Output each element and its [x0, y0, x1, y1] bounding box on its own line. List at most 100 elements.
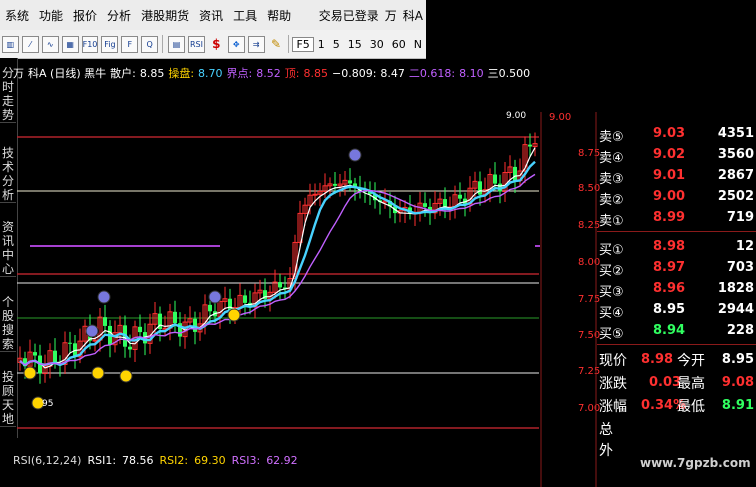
candle-body	[333, 183, 337, 186]
ask-bid-divider	[597, 231, 756, 232]
bid-label: 买①	[599, 243, 624, 258]
low-value: 8.91	[721, 398, 754, 413]
candle-body	[103, 317, 107, 326]
price-tick-label: 9.00	[549, 112, 571, 123]
ask-row[interactable]: 卖⑤ 9.03 4351	[597, 124, 756, 145]
ask-label: 卖②	[599, 193, 624, 208]
ask-row[interactable]: 卖③ 9.01 2867	[597, 166, 756, 187]
candle-body	[312, 193, 318, 196]
rsi-strip: RSI(6,12,24) RSI1: 78.56 RSI2: 69.30 RSI…	[13, 454, 298, 472]
bid-price: 8.94	[653, 323, 686, 338]
candle-body	[528, 144, 532, 147]
candle-body	[53, 350, 57, 363]
bid-volume: 2944	[717, 302, 754, 317]
ask-volume: 2502	[717, 189, 754, 204]
bid-label: 买④	[599, 306, 624, 321]
low-price-label: 95	[42, 399, 53, 409]
candle-body	[173, 311, 177, 324]
ask-price: 8.99	[653, 210, 686, 225]
bid-volume: 12	[735, 239, 754, 254]
watermark: www.7gpzb.com	[640, 456, 751, 470]
bid-volume: 1828	[717, 281, 754, 296]
ask-label: 卖④	[599, 151, 624, 166]
ask-row[interactable]: 卖② 9.00 2502	[597, 187, 756, 208]
bid-volume: 228	[726, 323, 754, 338]
bid-label: 买②	[599, 264, 624, 279]
frown-icon	[348, 148, 362, 162]
ask-label: 卖③	[599, 172, 624, 187]
low-label: 最低	[677, 399, 705, 415]
ask-price: 9.03	[653, 126, 686, 141]
bid-row[interactable]: 买② 8.97 703	[597, 258, 756, 279]
ask-volume: 3560	[717, 147, 754, 162]
bid-label: 买③	[599, 285, 624, 300]
rsi3-value: 62.92	[266, 454, 298, 467]
bid-row[interactable]: 买⑤ 8.94 228	[597, 321, 756, 342]
current-price-value: 8.98	[641, 352, 674, 367]
total-label: 总	[599, 422, 613, 438]
candle-body	[458, 194, 462, 199]
quote-panel: 卖⑤ 9.03 4351 卖④ 9.02 3560 卖③ 9.01 2867 卖…	[597, 124, 756, 487]
high-label: 最高	[677, 376, 705, 392]
candle-body	[278, 282, 282, 288]
candles-group	[17, 132, 538, 384]
ask-label: 卖①	[599, 214, 624, 229]
rsi2-value: 69.30	[194, 454, 226, 467]
open-value: 8.95	[721, 352, 754, 367]
candle-body	[493, 174, 497, 184]
candle-body	[423, 203, 427, 207]
bid-row[interactable]: 买④ 8.95 2944	[597, 300, 756, 321]
frown-icon	[85, 324, 99, 338]
candle-body	[128, 346, 132, 350]
candle-body	[208, 304, 212, 312]
candle-body	[193, 318, 197, 332]
rsi1-value: 78.56	[122, 454, 154, 467]
open-label: 今开	[677, 353, 705, 369]
candle-body	[348, 180, 352, 184]
ma-lines-group	[19, 147, 536, 369]
smile-icon	[23, 366, 37, 380]
bid-label: 买⑤	[599, 327, 624, 342]
ask-row[interactable]: 卖④ 9.02 3560	[597, 145, 756, 166]
rsi-label: RSI(6,12,24)	[13, 454, 82, 467]
ask-row[interactable]: 卖① 8.99 719	[597, 208, 756, 229]
ma-line-white	[19, 147, 536, 369]
change-label: 涨跌	[599, 376, 627, 392]
change-pct-label: 涨幅	[599, 399, 627, 415]
ask-price: 9.00	[653, 189, 686, 204]
rsi3-label: RSI3:	[231, 454, 261, 467]
frown-icon	[97, 290, 111, 304]
ask-label: 卖⑤	[599, 130, 624, 145]
current-price-label: 现价	[599, 353, 627, 369]
smile-icon	[119, 369, 133, 383]
bid-price: 8.97	[653, 260, 686, 275]
bid-volume: 703	[726, 260, 754, 275]
smile-icon	[91, 366, 105, 380]
ask-volume: 2867	[717, 168, 754, 183]
bid-price: 8.95	[653, 302, 686, 317]
candle-body	[138, 326, 142, 333]
high-value: 9.08	[721, 375, 754, 390]
ask-volume: 719	[726, 210, 754, 225]
outer-label: 外	[599, 443, 613, 459]
candle-body	[33, 352, 37, 356]
bid-row[interactable]: 买③ 8.96 1828	[597, 279, 756, 300]
ask-price: 9.01	[653, 168, 686, 183]
bid-price: 8.98	[653, 239, 686, 254]
smile-icon	[227, 308, 241, 322]
candle-body	[513, 166, 517, 181]
frown-icon	[208, 290, 222, 304]
stats-divider	[597, 344, 756, 345]
rsi2-label: RSI2:	[159, 454, 189, 467]
ask-volume: 4351	[717, 126, 754, 141]
price-axis: 9.00 8.75 8.50 8.25 8.00 7.75 7.50 7.25 …	[549, 112, 600, 414]
candle-body	[92, 339, 98, 342]
candle-body	[478, 181, 482, 195]
rsi1-label: RSI1:	[87, 454, 117, 467]
top-tick-label: 9.00	[506, 111, 526, 121]
bid-row[interactable]: 买① 8.98 12	[597, 237, 756, 258]
ask-price: 9.02	[653, 147, 686, 162]
bid-price: 8.96	[653, 281, 686, 296]
candle-body	[243, 295, 247, 303]
candle-body	[68, 342, 72, 344]
